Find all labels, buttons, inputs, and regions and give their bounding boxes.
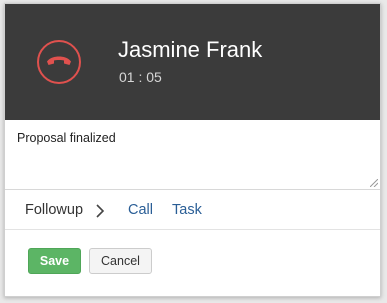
call-timer: 01 : 05 xyxy=(119,69,162,85)
followup-label: Followup xyxy=(25,202,84,218)
call-header: Jasmine Frank 01 : 05 xyxy=(5,4,380,120)
end-call-button[interactable] xyxy=(37,40,81,84)
followup-task-link[interactable]: Task xyxy=(172,202,202,218)
phone-hangup-icon xyxy=(47,56,71,65)
resize-grip-icon[interactable] xyxy=(370,179,378,187)
followup-call-link[interactable]: Call xyxy=(128,202,153,218)
chevron-right-icon xyxy=(96,204,105,218)
call-log-panel: Jasmine Frank 01 : 05 Proposal finalized… xyxy=(4,3,381,297)
call-notes-text: Proposal finalized xyxy=(17,131,116,145)
caller-name: Jasmine Frank xyxy=(118,37,263,62)
save-button[interactable]: Save xyxy=(28,248,81,274)
cancel-button[interactable]: Cancel xyxy=(89,248,152,274)
call-notes-textarea[interactable]: Proposal finalized xyxy=(5,120,380,190)
followup-row: Followup Call Task xyxy=(5,190,380,230)
